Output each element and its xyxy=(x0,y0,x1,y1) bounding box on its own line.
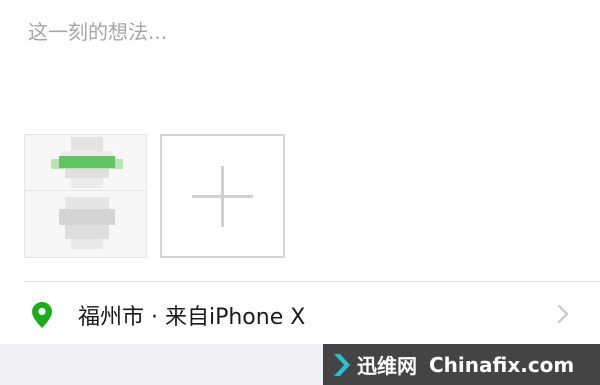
post-composer xyxy=(0,0,600,282)
watermark-brand-en: Chinafix.com xyxy=(429,352,575,377)
thoughts-input[interactable] xyxy=(28,14,568,50)
chevron-right-icon xyxy=(557,304,569,324)
arrow-logo-icon xyxy=(334,353,350,376)
watermark-logo: 迅维网 Chinafix.com xyxy=(323,344,600,385)
watermark-brand-cn: 迅维网 xyxy=(357,354,417,378)
add-photo-button[interactable] xyxy=(160,134,285,258)
location-label: 福州市 · 来自iPhone X xyxy=(78,305,306,330)
attached-photo-thumbnail[interactable] xyxy=(24,134,147,258)
location-row[interactable]: 福州市 · 来自iPhone X xyxy=(0,282,600,344)
location-pin-icon xyxy=(32,302,52,328)
